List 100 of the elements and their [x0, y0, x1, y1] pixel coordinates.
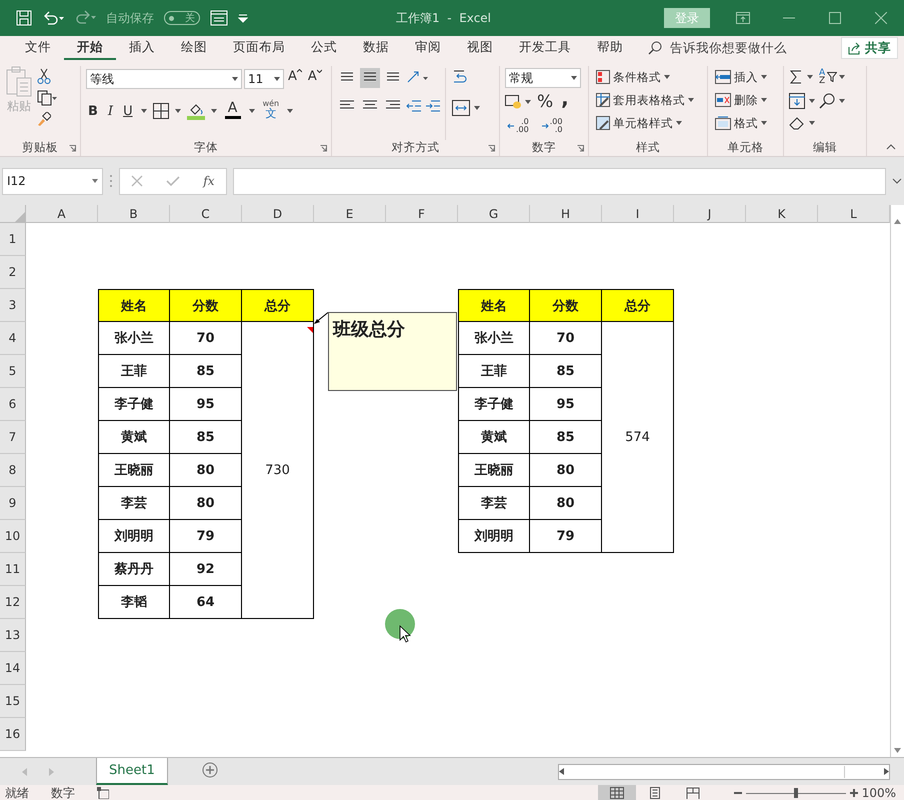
tell-me-text[interactable]: 告诉我你想要做什么 [670, 40, 787, 56]
row-header[interactable]: 11 [0, 553, 26, 586]
number-format-field[interactable]: 常规 [505, 68, 581, 88]
shrink-font-button[interactable]: A [306, 69, 324, 89]
font-size-field[interactable]: 11 [244, 69, 284, 89]
ribbon-tab[interactable]: 插入 [116, 36, 168, 60]
styles-button[interactable]: 单元格样式 [594, 113, 696, 133]
row-header[interactable]: 8 [0, 454, 26, 487]
cells-button[interactable]: 格式 [713, 113, 769, 133]
sheet-tab[interactable]: Sheet1 [96, 758, 168, 784]
table-cell: 70 [530, 322, 602, 355]
zoom-level[interactable]: 100% [862, 786, 896, 800]
column-header[interactable]: G [458, 205, 530, 223]
table-cell: 李子健 [458, 388, 530, 421]
column-header[interactable]: J [674, 205, 746, 223]
column-header[interactable]: A [26, 205, 98, 223]
row-header[interactable]: 7 [0, 421, 26, 454]
table-cell: 李芸 [458, 487, 530, 520]
header-cell: 总分 [602, 289, 674, 322]
table-cell: 张小兰 [98, 322, 170, 355]
ribbon-tab[interactable]: 开发工具 [506, 36, 584, 60]
group-label: 数字 [532, 140, 556, 154]
row-header[interactable]: 9 [0, 487, 26, 520]
comma-style-button[interactable]: , [559, 88, 571, 108]
group-label: 字体 [194, 140, 218, 154]
decrease-decimal-button[interactable]: .00 .0 [538, 116, 564, 136]
column-header[interactable]: E [314, 205, 386, 223]
name-box[interactable]: I12 [2, 168, 103, 194]
total-cell: 574 [602, 322, 674, 553]
table-cell: 80 [530, 454, 602, 487]
column-header[interactable]: I [602, 205, 674, 223]
table-cell: 黄斌 [458, 421, 530, 454]
row-header[interactable]: 4 [0, 322, 26, 355]
table-cell: 79 [530, 520, 602, 553]
phonetic-button[interactable]: wén 文 [260, 99, 282, 123]
row-header[interactable]: 12 [0, 586, 26, 619]
styles-button[interactable]: 套用表格格式 [594, 90, 696, 110]
ribbon-tab[interactable]: 页面布局 [220, 36, 298, 60]
header-cell: 姓名 [98, 289, 170, 322]
column-header[interactable]: K [746, 205, 818, 223]
row-header[interactable]: 6 [0, 388, 26, 421]
ribbon-tab[interactable]: 绘图 [168, 36, 220, 60]
table-cell: 黄斌 [98, 421, 170, 454]
row-header[interactable]: 13 [0, 619, 26, 652]
comment-box: 班级总分 [328, 312, 457, 391]
ribbon-tab[interactable]: 数据 [350, 36, 402, 60]
share-button[interactable]: 共享 [841, 37, 898, 59]
ribbon-tab[interactable]: 文件 [12, 36, 64, 60]
group-label: 单元格 [728, 140, 764, 154]
insert-function-button[interactable]: fx [203, 174, 215, 188]
group-label: 样式 [636, 140, 660, 154]
group-label: 对齐方式 [392, 140, 440, 154]
ribbon-tab[interactable]: 视图 [454, 36, 506, 60]
styles-button[interactable]: 条件格式 [594, 67, 696, 87]
table-cell: 80 [530, 487, 602, 520]
table-cell: 李芸 [98, 487, 170, 520]
bold-button[interactable]: B [86, 101, 100, 121]
italic-button[interactable]: I [106, 101, 116, 121]
table-cell: 85 [170, 421, 242, 454]
column-header[interactable]: L [818, 205, 890, 223]
header-cell: 分数 [530, 289, 602, 322]
grow-font-button[interactable]: A [286, 69, 304, 89]
row-header[interactable]: 5 [0, 355, 26, 388]
cells-button[interactable]: 插入 [713, 67, 769, 87]
table-cell: 王菲 [458, 355, 530, 388]
row-header[interactable]: 16 [0, 718, 26, 751]
table-cell: 80 [170, 454, 242, 487]
ribbon-tab[interactable]: 审阅 [402, 36, 454, 60]
table-cell: 张小兰 [458, 322, 530, 355]
row-header[interactable]: 2 [0, 256, 26, 289]
percent-button[interactable]: % [535, 92, 556, 112]
table-cell: 李子健 [98, 388, 170, 421]
table-cell: 92 [170, 553, 242, 586]
table-cell: 王晓丽 [458, 454, 530, 487]
row-header[interactable]: 14 [0, 652, 26, 685]
table-cell: 79 [170, 520, 242, 553]
increase-decimal-button[interactable]: .0 .00 [505, 116, 531, 136]
sort-filter-button[interactable]: A Z [817, 67, 848, 87]
cells-button[interactable]: 删除 [713, 90, 769, 110]
column-header[interactable]: F [386, 205, 458, 223]
table-cell: 蔡丹丹 [98, 553, 170, 586]
total-cell: 730 [242, 322, 314, 619]
row-header[interactable]: 15 [0, 685, 26, 718]
column-header[interactable]: D [242, 205, 314, 223]
header-cell: 总分 [242, 289, 314, 322]
group-label: 剪贴板 [22, 140, 58, 154]
ribbon-tab[interactable]: 帮助 [584, 36, 636, 60]
column-header[interactable]: C [170, 205, 242, 223]
table-cell: 王菲 [98, 355, 170, 388]
row-header[interactable]: 3 [0, 289, 26, 322]
column-header[interactable]: B [98, 205, 170, 223]
table-cell: 李韬 [98, 586, 170, 619]
underline-button[interactable]: U [121, 101, 135, 121]
font-name-field[interactable]: 等线 [86, 69, 242, 89]
row-header[interactable]: 1 [0, 223, 26, 256]
font-color-button[interactable]: A [222, 100, 243, 122]
row-header[interactable]: 10 [0, 520, 26, 553]
header-cell: 分数 [170, 289, 242, 322]
column-header[interactable]: H [530, 205, 602, 223]
ribbon-tab[interactable]: 公式 [298, 36, 350, 60]
